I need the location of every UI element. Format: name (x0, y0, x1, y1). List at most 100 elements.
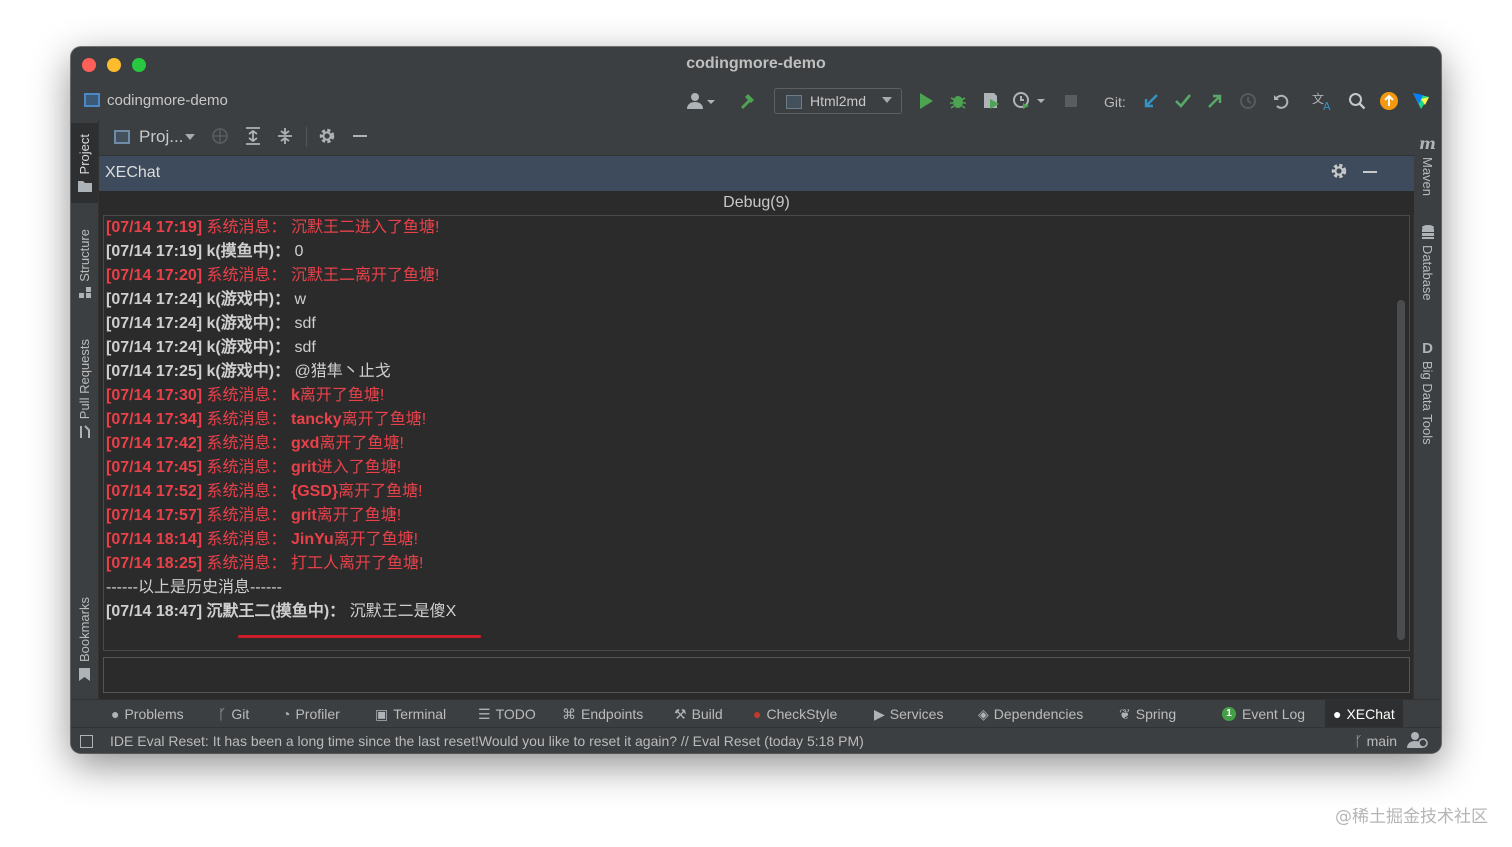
message-sender: 系统消息： (206, 531, 287, 548)
todo-tool-button[interactable]: ☰ TODO (478, 700, 536, 728)
build-tool-button[interactable]: ⚒ Build (674, 700, 723, 728)
user-icon[interactable] (683, 89, 719, 113)
git-commit-icon[interactable] (1171, 89, 1195, 113)
maven-tool-button[interactable]: m Maven (1414, 125, 1441, 205)
search-icon[interactable] (1345, 89, 1369, 113)
rollback-icon[interactable] (1269, 89, 1293, 113)
git-push-icon[interactable] (1203, 89, 1227, 113)
message-timestamp: [07/14 17:34] (106, 411, 203, 428)
message-username: grit (290, 507, 317, 524)
big-data-tools-button[interactable]: D Big Data Tools (1414, 327, 1441, 457)
chat-scrollbar[interactable] (1397, 300, 1405, 640)
message-timestamp: [07/14 17:24] (106, 291, 203, 308)
build-label: Build (691, 706, 723, 722)
run-configuration-select[interactable]: Html2md (774, 88, 902, 114)
profile-icon[interactable] (1011, 89, 1047, 113)
message-username: grit (290, 459, 317, 476)
message-text: 进入了鱼塘! (316, 459, 402, 476)
toggle-tool-windows-icon[interactable] (80, 735, 93, 748)
terminal-label: Terminal (393, 706, 447, 722)
chat-message: [07/14 18:25] 系统消息： 打工人离开了鱼塘! (104, 552, 1409, 576)
profiler-tool-button[interactable]: ◔ Profiler (282, 700, 340, 728)
collapse-all-icon[interactable] (276, 127, 294, 150)
problems-tool-button[interactable]: ● Problems (111, 700, 184, 728)
folder-icon (77, 181, 92, 193)
message-text: 沉默王二离开了鱼塘! (290, 267, 440, 284)
checkstyle-tool-button[interactable]: ● CheckStyle (753, 700, 837, 728)
tool-window-bar: ● Problems ᚴ Git ◔ Profiler ▣ Terminal ☰ TODO… (71, 699, 1441, 728)
bug-icon[interactable] (946, 89, 970, 113)
message-text: 离开了鱼塘! (333, 531, 419, 548)
history-icon[interactable] (1236, 89, 1260, 113)
hide-panel-icon[interactable] (352, 127, 368, 150)
gear-icon[interactable] (318, 127, 336, 150)
chat-input[interactable] (103, 657, 1410, 693)
message-username: JinYu (290, 531, 334, 548)
coverage-icon[interactable] (979, 89, 1003, 113)
structure-tool-button[interactable]: Structure (71, 219, 98, 309)
locate-icon[interactable] (211, 127, 229, 150)
chat-message: [07/14 17:19] 系统消息： 沉默王二进入了鱼塘! (104, 216, 1409, 240)
message-sender: 沉默王二(摸鱼中)： (206, 603, 346, 620)
message-sender: k(游戏中)： (206, 339, 291, 356)
run-icon[interactable] (914, 89, 938, 113)
expand-all-icon[interactable] (244, 127, 262, 150)
message-timestamp: [07/14 17:25] (106, 363, 203, 380)
bookmark-icon (79, 668, 90, 682)
git-update-icon[interactable] (1139, 89, 1163, 113)
watermark: @稀土掘金技术社区 (1335, 807, 1488, 827)
list-icon: ☰ (478, 705, 491, 722)
git-branch-widget[interactable]: ᚴ main (1354, 733, 1397, 749)
chevron-down-icon[interactable] (185, 134, 195, 140)
services-icon: ▶ (874, 705, 885, 722)
status-message[interactable]: IDE Eval Reset: It has been a long time … (110, 733, 864, 749)
leaf-icon: ❦ (1119, 705, 1131, 722)
project-tool-button[interactable]: Project (71, 123, 98, 203)
chat-message: [07/14 17:52] 系统消息： {GSD}离开了鱼塘! (104, 480, 1409, 504)
bookmarks-tool-label: Bookmarks (77, 596, 92, 663)
breadcrumb-project[interactable]: codingmore-demo (107, 92, 228, 109)
bookmarks-tool-button[interactable]: Bookmarks (71, 589, 98, 689)
database-tool-button[interactable]: Database (1414, 217, 1441, 309)
message-timestamp: [07/14 17:30] (106, 387, 203, 404)
jetbrains-logo-icon[interactable] (1409, 89, 1433, 113)
tab-debug[interactable]: Debug(9) (723, 194, 790, 211)
git-tool-button[interactable]: ᚴ Git (218, 700, 249, 728)
services-tool-button[interactable]: ▶ Services (874, 700, 943, 728)
maven-icon: m (1419, 133, 1436, 153)
status-bar: IDE Eval Reset: It has been a long time … (71, 727, 1441, 753)
gear-icon[interactable] (1330, 162, 1348, 185)
xechat-tool-button[interactable]: ● XEChat (1325, 700, 1403, 728)
update-icon[interactable] (1377, 89, 1401, 113)
message-timestamp: [07/14 17:24] (106, 315, 203, 332)
navigation-toolbar: codingmore-demo Html2md Git: 文 A (71, 83, 1441, 120)
terminal-tool-button[interactable]: ▣ Terminal (375, 700, 446, 728)
maven-tool-label: Maven (1420, 156, 1435, 197)
chevron-down-icon (882, 97, 892, 103)
dependencies-tool-button[interactable]: ◈ Dependencies (978, 700, 1083, 728)
hide-panel-icon[interactable] (1362, 161, 1378, 186)
run-config-icon (786, 95, 802, 109)
endpoints-tool-button[interactable]: ⌘ Endpoints (562, 700, 643, 728)
run-config-label: Html2md (810, 93, 867, 109)
hammer-icon: ⚒ (674, 705, 687, 722)
stop-icon[interactable] (1060, 89, 1082, 113)
structure-icon (78, 287, 91, 299)
message-sender: 系统消息： (206, 267, 287, 284)
message-timestamp: [07/14 17:24] (106, 339, 203, 356)
event-log-badge: 1 (1222, 707, 1236, 721)
chat-message: [07/14 17:42] 系统消息： gxd离开了鱼塘! (104, 432, 1409, 456)
project-view-select[interactable]: Proj... (139, 127, 183, 147)
pull-requests-tool-button[interactable]: Pull Requests (71, 329, 98, 449)
message-sender: k(游戏中)： (206, 363, 291, 380)
hammer-icon[interactable] (737, 89, 761, 113)
message-timestamp: [07/14 17:45] (106, 459, 203, 476)
chat-bubble-icon: ● (1333, 706, 1342, 722)
translate-icon[interactable]: 文A (1311, 89, 1335, 113)
message-timestamp: [07/14 17:52] (106, 483, 203, 500)
problems-icon: ● (111, 706, 120, 722)
event-log-tool-button[interactable]: 1 Event Log (1222, 700, 1305, 728)
spring-tool-button[interactable]: ❦ Spring (1119, 700, 1176, 728)
inspector-icon[interactable] (1407, 731, 1429, 753)
chat-message-list[interactable]: [07/14 17:19] 系统消息： 沉默王二进入了鱼塘! [07/14 17:… (103, 215, 1410, 651)
